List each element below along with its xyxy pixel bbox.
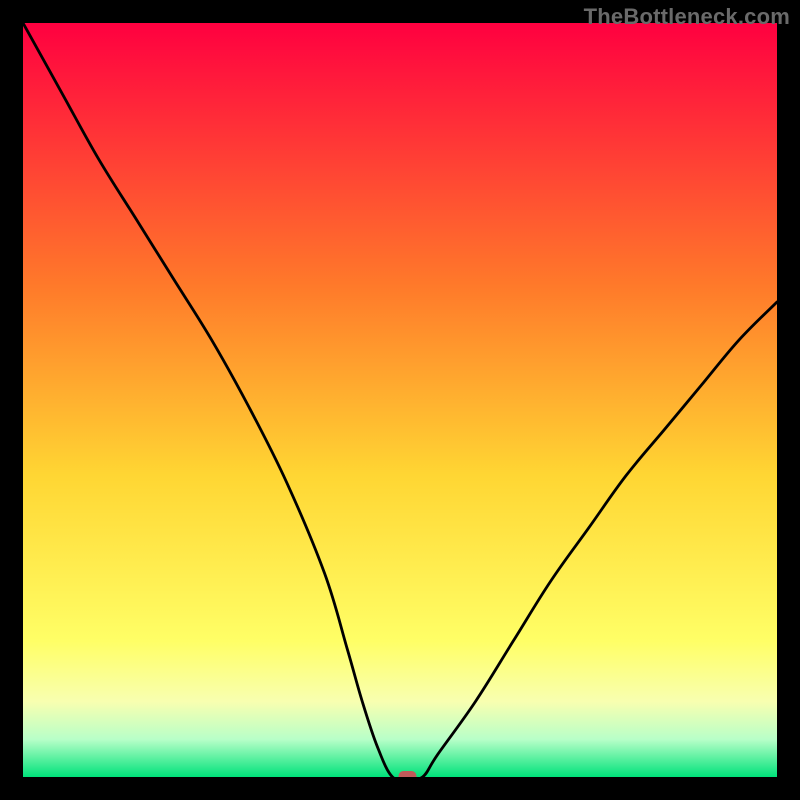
plot-area: [23, 23, 777, 777]
chart-svg: [23, 23, 777, 777]
optimal-marker: [399, 771, 417, 777]
gradient-background: [23, 23, 777, 777]
chart-frame: TheBottleneck.com: [0, 0, 800, 800]
watermark-text: TheBottleneck.com: [584, 4, 790, 30]
